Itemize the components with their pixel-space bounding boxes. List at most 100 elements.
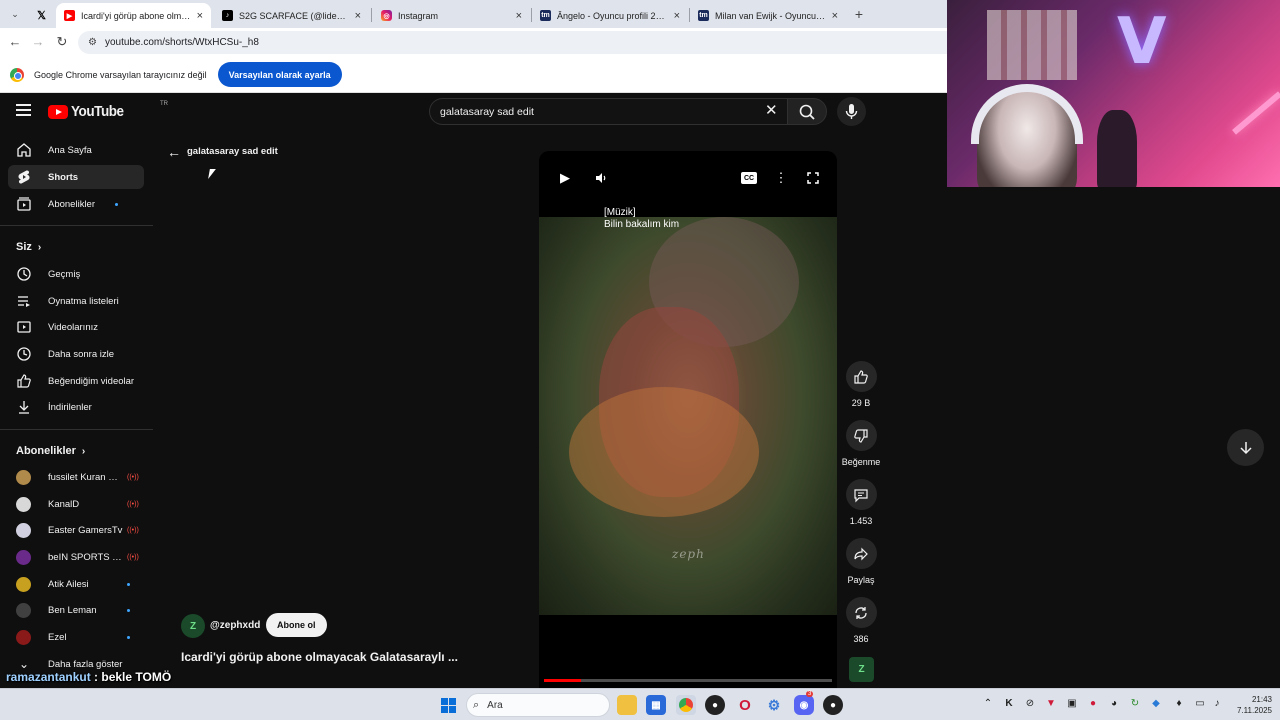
next-short-button[interactable] — [1227, 429, 1264, 466]
sidebar-item-subscriptions[interactable]: Abonelikler — [8, 192, 144, 216]
more-options-icon[interactable]: ⋮ — [772, 169, 790, 187]
your-videos-icon — [16, 319, 32, 335]
tab-tiktok[interactable]: ♪ S2G SCARFACE (@liderscarface × — [214, 3, 369, 28]
tab-x[interactable]: 𝕏 — [28, 3, 52, 28]
voice-search-button[interactable] — [837, 97, 866, 126]
comments-button[interactable] — [845, 479, 877, 510]
subscription-item[interactable]: fussilet Kuran M... ((•)) — [8, 465, 144, 489]
sidebar-item-playlists[interactable]: Oynatma listeleri — [8, 289, 144, 313]
tray-app-icon[interactable]: K — [1002, 698, 1016, 709]
close-tab-icon[interactable]: × — [197, 10, 203, 22]
tray-app-icon[interactable]: ▼ — [1044, 698, 1058, 709]
share-icon — [854, 547, 868, 560]
sidebar-item-your-videos[interactable]: Videolarınız — [8, 315, 144, 339]
sidebar-item-history[interactable]: Geçmiş — [8, 262, 144, 286]
subscribe-button[interactable]: Abone ol — [266, 613, 327, 637]
tab-van-ewijk[interactable]: tm Milan van Ewijk - Oyuncu profi × — [690, 3, 846, 28]
subscription-item[interactable]: Ben Leman — [8, 598, 144, 622]
share-action[interactable]: Paylaş — [842, 538, 880, 585]
tab-youtube[interactable]: ▶ Icardi'yi görüp abone olmayacak × — [56, 3, 211, 28]
tray-app-icon[interactable]: ▣ — [1065, 698, 1079, 709]
shorts-player[interactable]: zeph ▶ CC ⋮ [Müzik] Bilin bakalım kim — [539, 151, 837, 688]
close-tab-icon[interactable]: × — [355, 10, 361, 22]
subscription-item[interactable]: Easter GamersTv ((•)) — [8, 518, 144, 542]
taskbar-search[interactable]: ⌕ Ara — [466, 693, 610, 717]
tray-app-icon[interactable]: ◆ — [1149, 698, 1163, 709]
youtube-logo[interactable]: YouTube TR — [48, 101, 168, 120]
like-action[interactable]: 29 B — [842, 361, 880, 408]
sidebar-item-shorts[interactable]: Shorts — [8, 165, 144, 189]
volume-icon[interactable]: ♪ — [1210, 698, 1224, 709]
webcam-light — [1232, 91, 1280, 135]
tab-angelo[interactable]: tm Ângelo - Oyuncu profili 25/26 | × — [532, 3, 688, 28]
tray-record-icon[interactable]: ● — [1086, 698, 1100, 709]
channel-thumbnail[interactable]: Z — [849, 657, 874, 682]
channel-avatar[interactable]: Z — [181, 614, 205, 638]
tab-title: Ângelo - Oyuncu profili 25/26 | — [557, 10, 668, 21]
dislike-button[interactable] — [845, 420, 877, 451]
subscriptions-section-header[interactable]: Abonelikler › — [16, 445, 85, 457]
tray-app-icon[interactable]: ↻ — [1128, 698, 1142, 709]
forward-icon[interactable]: → — [30, 34, 46, 50]
close-tab-icon[interactable]: × — [832, 10, 838, 22]
subscription-item[interactable]: KanalD ((•)) — [8, 492, 144, 516]
clear-search-icon[interactable]: ✕ — [765, 102, 778, 120]
channel-handle[interactable]: @zephxdd — [210, 620, 260, 631]
tray-muted-icon[interactable]: ⊘ — [1023, 698, 1037, 709]
like-button[interactable] — [845, 361, 877, 392]
url-field[interactable]: ⚙ youtube.com/shorts/WtxHCSu-_h8 — [78, 31, 947, 54]
sidebar-item-home[interactable]: Ana Sayfa — [8, 138, 144, 162]
taskbar-clock[interactable]: 21:43 7.11.2025 — [1232, 694, 1272, 716]
close-tab-icon[interactable]: × — [674, 10, 680, 22]
channel-name: Ben Leman — [48, 604, 97, 616]
search-icon: ⌕ — [473, 698, 480, 711]
chevron-up-icon[interactable]: ⌃ — [981, 698, 995, 709]
new-tab-icon[interactable]: + — [851, 6, 867, 22]
file-explorer-icon[interactable] — [617, 695, 637, 715]
captions-icon[interactable]: CC — [741, 172, 757, 184]
obs-icon[interactable]: ● — [705, 695, 725, 715]
site-info-icon[interactable]: ⚙ — [88, 37, 97, 48]
search-query: galatasaray sad edit — [440, 105, 534, 118]
remix-action[interactable]: 386 — [842, 597, 880, 644]
sidebar-item-watch-later[interactable]: Daha sonra izle — [8, 342, 144, 366]
close-tab-icon[interactable]: × — [516, 10, 522, 22]
subscription-item[interactable]: beIN SPORTS Tü... ((•)) — [8, 545, 144, 569]
network-icon[interactable]: ▭ — [1193, 698, 1207, 709]
sidebar-item-downloads[interactable]: İndirilenler — [8, 395, 144, 419]
dislike-action[interactable]: Beğenme — [842, 420, 880, 467]
microphone-icon — [845, 104, 858, 119]
set-default-button[interactable]: Varsayılan olarak ayarla — [217, 62, 342, 87]
windows-start-icon[interactable] — [441, 698, 456, 713]
youtube-wordmark: YouTube — [71, 103, 124, 120]
back-arrow-icon[interactable]: ← — [167, 144, 181, 160]
sidebar-item-liked-videos[interactable]: Beğendiğim videolar — [8, 369, 144, 393]
opera-icon[interactable]: O — [735, 695, 755, 715]
tab-search-chevron-icon[interactable]: ⌄ — [7, 6, 23, 22]
fullscreen-icon[interactable] — [804, 169, 822, 187]
subscription-item[interactable]: Atik Ailesi — [8, 572, 144, 596]
subscription-item[interactable]: Ezel — [8, 625, 144, 649]
volume-icon[interactable] — [592, 169, 610, 187]
search-input[interactable]: galatasaray sad edit — [429, 98, 789, 125]
remix-button[interactable] — [845, 597, 877, 628]
share-button[interactable] — [845, 538, 877, 569]
short-title[interactable]: Icardi'yi görüp abone olmayacak Galatasa… — [181, 650, 481, 664]
hamburger-menu-icon[interactable] — [16, 104, 31, 116]
tab-instagram[interactable]: ◎ Instagram × — [373, 3, 530, 28]
comments-action[interactable]: 1.453 — [842, 479, 880, 526]
store-icon[interactable]: ▦ — [646, 695, 666, 715]
back-icon[interactable]: ← — [7, 34, 23, 50]
you-section-header[interactable]: Siz › — [16, 241, 41, 253]
progress-bar[interactable] — [544, 679, 832, 682]
play-icon[interactable]: ▶ — [556, 169, 574, 187]
discord-icon[interactable]: ◉ — [794, 695, 814, 715]
app-icon[interactable]: ● — [823, 695, 843, 715]
chrome-icon[interactable] — [676, 695, 696, 715]
channel-name: Easter GamersTv — [48, 524, 123, 536]
settings-gear-icon[interactable]: ⚙ — [764, 695, 784, 715]
steam-icon[interactable]: ◕ — [1107, 698, 1121, 709]
tray-microphone-icon[interactable]: ♦ — [1172, 698, 1186, 709]
search-button[interactable] — [787, 98, 827, 125]
reload-icon[interactable]: ↻ — [54, 34, 70, 50]
